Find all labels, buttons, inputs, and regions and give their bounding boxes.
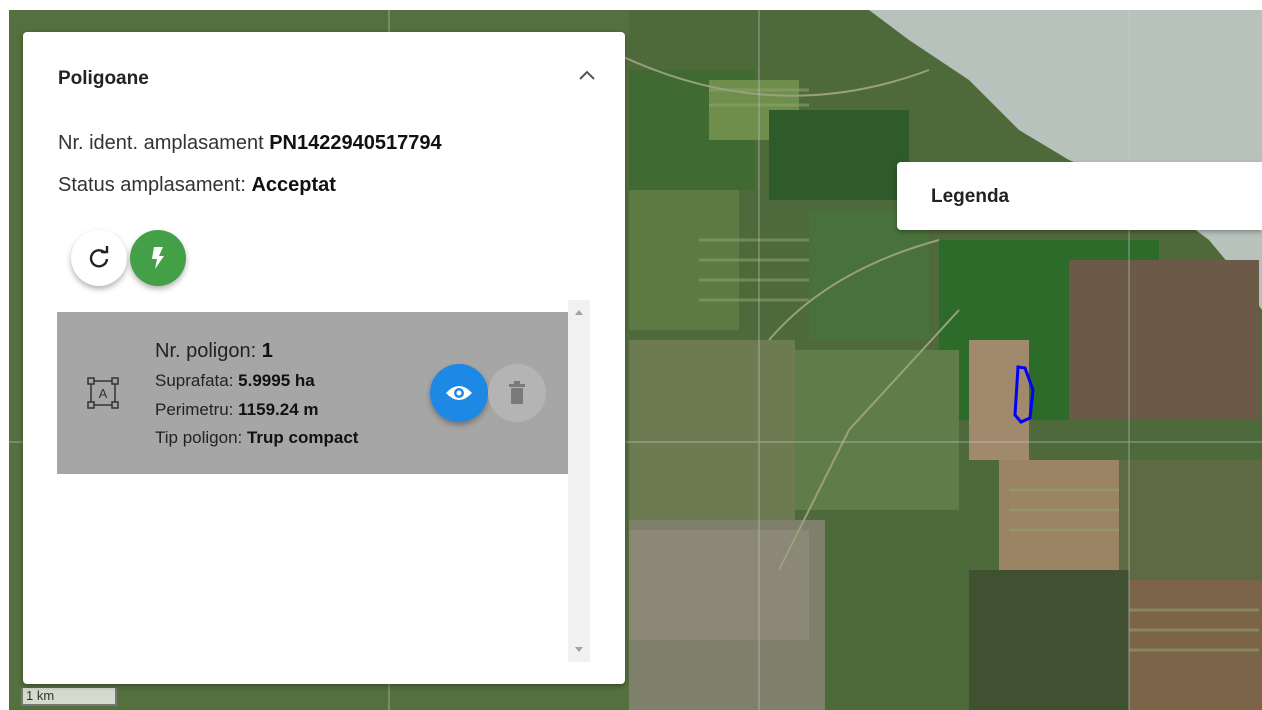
site-status-label: Status amplasament: [58,174,252,196]
collapse-button[interactable] [573,62,601,90]
polygon-list-item[interactable]: A Nr. poligon: 1 Suprafata: 5.9995 ha Pe… [57,312,568,474]
polygon-perimeter: Perimetru: 1159.24 m [155,400,319,419]
panel-title: Poligoane [58,68,149,89]
site-status-line: Status amplasament: Acceptat [58,174,336,197]
polygon-number: Nr. poligon: 1 [155,340,273,362]
scroll-up-arrow[interactable] [575,310,583,315]
chevron-up-icon [579,70,595,80]
flash-button[interactable] [130,230,186,286]
site-id-value: PN1422940517794 [269,132,442,154]
eye-icon [446,386,472,400]
scale-bar: 1 km [21,688,117,706]
legend-title: Legenda [931,186,1010,207]
polygons-panel: Poligoane Nr. ident. amplasament PN14229… [23,32,625,684]
legend-panel[interactable]: Legenda [897,162,1262,230]
refresh-button[interactable] [71,230,127,286]
scroll-down-arrow[interactable] [575,647,583,652]
polygon-type: Tip poligon: Trup compact [155,428,359,447]
delete-polygon-button[interactable] [488,364,546,422]
view-polygon-button[interactable] [430,364,488,422]
svg-text:A: A [99,386,108,401]
polygon-shape-icon: A [87,376,119,410]
site-id-line: Nr. ident. amplasament PN1422940517794 [58,132,442,155]
site-status-value: Acceptat [251,174,336,196]
polygon-area: Suprafata: 5.9995 ha [155,371,315,390]
refresh-icon [89,246,109,268]
site-id-label: Nr. ident. amplasament [58,132,270,154]
flash-icon [152,247,164,269]
trash-icon [509,381,525,404]
list-scrollbar[interactable] [568,300,590,662]
